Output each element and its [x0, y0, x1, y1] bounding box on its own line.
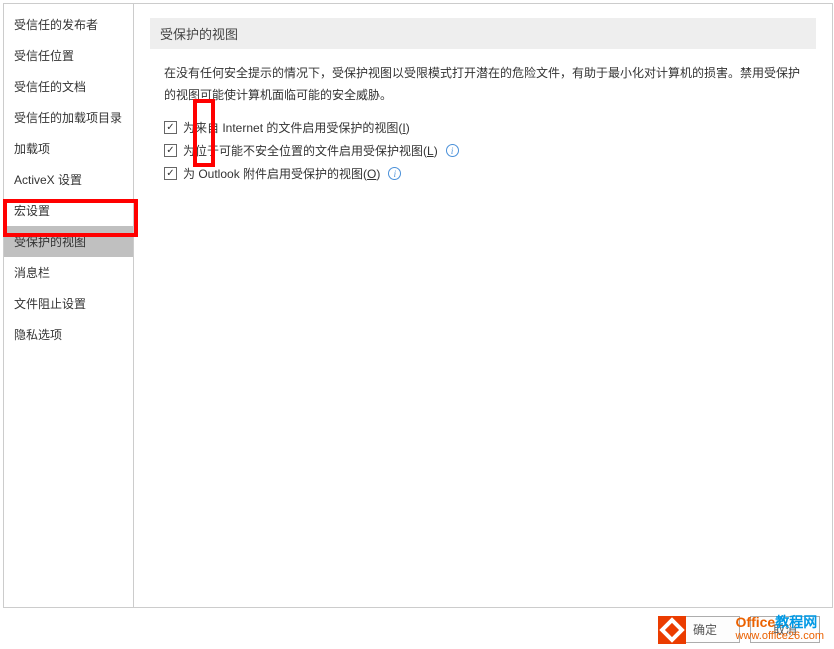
info-icon[interactable] [388, 167, 401, 180]
option-outlook-attachments[interactable]: 为 Outlook 附件启用受保护的视图(O) [150, 162, 816, 185]
sidebar-item-protected-view[interactable]: 受保护的视图 [4, 226, 133, 257]
option-internet-files[interactable]: 为来自 Internet 的文件启用受保护的视图(I) [150, 116, 816, 139]
option-label: 为位于可能不安全位置的文件启用受保护视图(L) [183, 142, 438, 159]
watermark-text: Office教程网 www.office26.com [736, 614, 824, 643]
watermark-logo-icon [658, 616, 686, 644]
content-pane: 受保护的视图 在没有任何安全提示的情况下，受保护视图以受限模式打开潜在的危险文件… [134, 4, 832, 607]
sidebar: 受信任的发布者 受信任位置 受信任的文档 受信任的加载项目录 加载项 Activ… [4, 4, 134, 607]
sidebar-item-activex-settings[interactable]: ActiveX 设置 [4, 164, 133, 195]
sidebar-item-macro-settings[interactable]: 宏设置 [4, 195, 133, 226]
option-label: 为 Outlook 附件启用受保护的视图(O) [183, 165, 380, 182]
sidebar-item-addins[interactable]: 加载项 [4, 133, 133, 164]
sidebar-item-trusted-locations[interactable]: 受信任位置 [4, 40, 133, 71]
option-label: 为来自 Internet 的文件启用受保护的视图(I) [183, 119, 410, 136]
sidebar-item-privacy-options[interactable]: 隐私选项 [4, 319, 133, 350]
sidebar-item-trusted-publishers[interactable]: 受信任的发布者 [4, 9, 133, 40]
dialog-container: 受信任的发布者 受信任位置 受信任的文档 受信任的加载项目录 加载项 Activ… [3, 3, 833, 608]
sidebar-item-file-block-settings[interactable]: 文件阻止设置 [4, 288, 133, 319]
section-title: 受保护的视图 [150, 18, 816, 49]
checkbox-icon[interactable] [164, 121, 177, 134]
checkbox-icon[interactable] [164, 144, 177, 157]
sidebar-item-trusted-documents[interactable]: 受信任的文档 [4, 71, 133, 102]
info-icon[interactable] [446, 144, 459, 157]
option-unsafe-locations[interactable]: 为位于可能不安全位置的文件启用受保护视图(L) [150, 139, 816, 162]
section-description: 在没有任何安全提示的情况下，受保护视图以受限模式打开潜在的危险文件，有助于最小化… [150, 63, 816, 106]
checkbox-icon[interactable] [164, 167, 177, 180]
sidebar-item-message-bar[interactable]: 消息栏 [4, 257, 133, 288]
sidebar-item-trusted-addin-catalogs[interactable]: 受信任的加载项目录 [4, 102, 133, 133]
